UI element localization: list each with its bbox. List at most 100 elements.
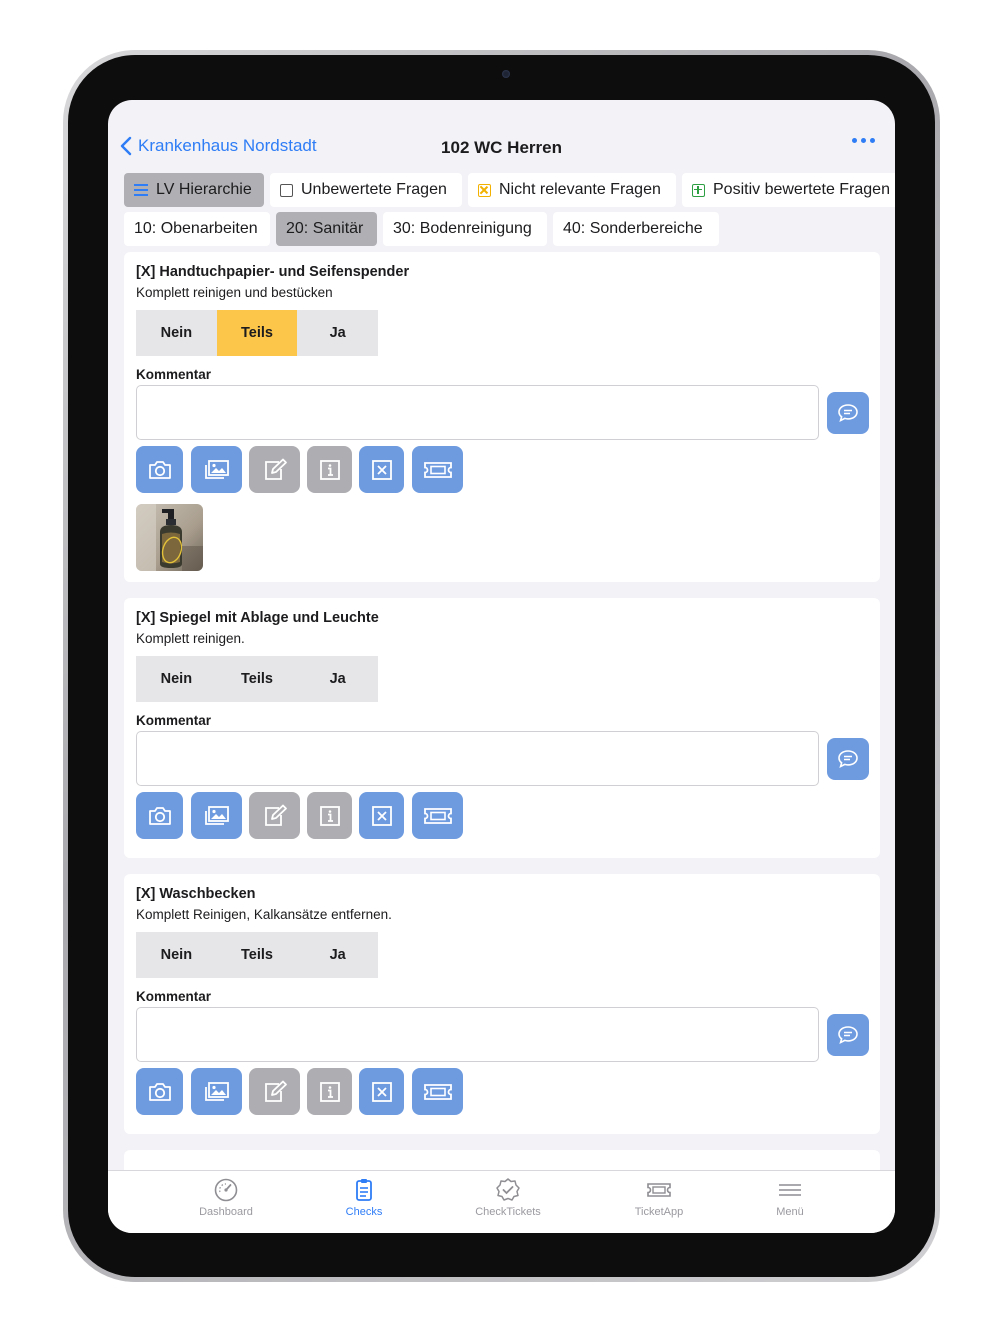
more-dot-icon	[861, 138, 866, 143]
edit-icon	[264, 1080, 287, 1102]
rating-control: Nein Teils Ja	[136, 310, 378, 356]
rating-ja-button[interactable]: Ja	[297, 310, 378, 356]
chat-bubble-icon	[838, 1026, 858, 1045]
item-title: [X] Waschbecken	[136, 886, 256, 902]
filter-nicht-relevante-fragen[interactable]: Nicht relevante Fragen	[468, 173, 676, 207]
not-relevant-icon	[371, 459, 392, 480]
comment-label: Kommentar	[136, 989, 212, 1004]
not-relevant-button[interactable]	[359, 1068, 404, 1115]
item-toolbar	[136, 1068, 463, 1115]
comment-input[interactable]	[136, 1007, 819, 1062]
camera-button[interactable]	[136, 1068, 183, 1115]
tab-dashboard[interactable]: Dashboard	[171, 1177, 281, 1218]
list-icon	[134, 184, 148, 196]
rating-ja-button[interactable]: Ja	[297, 932, 378, 978]
camera-button[interactable]	[136, 792, 183, 839]
comment-suggestions-button[interactable]	[827, 1014, 869, 1056]
item-title: [X] Spiegel mit Ablage und Leuchte	[136, 610, 379, 626]
edit-button[interactable]	[249, 446, 300, 493]
comment-input[interactable]	[136, 385, 819, 440]
filter-label: Unbewertete Fragen	[301, 181, 447, 198]
section-tab-obenarbeiten[interactable]: 10: Obenarbeiten	[124, 212, 270, 246]
more-options-button[interactable]	[852, 138, 875, 143]
item-description: Komplett reinigen und bestücken	[136, 285, 333, 300]
gallery-icon	[204, 459, 229, 479]
info-button[interactable]	[307, 1068, 352, 1115]
front-camera	[502, 70, 510, 78]
rating-nein-button[interactable]: Nein	[136, 656, 217, 702]
ticket-button[interactable]	[412, 792, 463, 839]
section-tab-sanitaer[interactable]: 20: Sanitär	[276, 212, 377, 246]
tab-checks[interactable]: Checks	[309, 1177, 419, 1218]
gallery-button[interactable]	[191, 446, 242, 493]
tab-menu[interactable]: Menü	[735, 1177, 845, 1218]
rating-control: Nein Teils Ja	[136, 656, 378, 702]
filter-label: LV Hierarchie	[156, 181, 252, 198]
tab-label: Menü	[776, 1206, 804, 1218]
badge-check-icon	[496, 1178, 520, 1201]
tab-label: TicketApp	[634, 1206, 684, 1218]
not-relevant-button[interactable]	[359, 446, 404, 493]
filter-label: Nicht relevante Fragen	[499, 181, 661, 198]
checkbox-empty-icon	[280, 183, 293, 197]
gallery-button[interactable]	[191, 1068, 242, 1115]
info-icon	[319, 805, 340, 826]
check-item-card: [X] Handtuchpapier- und Seifenspender Ko…	[124, 252, 880, 582]
info-icon	[319, 1081, 340, 1102]
gallery-icon	[204, 1081, 229, 1101]
rating-control: Nein Teils Ja	[136, 932, 378, 978]
tab-ticketapp[interactable]: TicketApp	[604, 1177, 714, 1218]
gallery-button[interactable]	[191, 792, 242, 839]
section-label: 10: Obenarbeiten	[134, 220, 258, 237]
tab-label: Dashboard	[199, 1206, 253, 1218]
comment-label: Kommentar	[136, 367, 212, 382]
chat-bubble-icon	[838, 750, 858, 769]
ticket-icon	[423, 461, 452, 478]
section-tab-bodenreinigung[interactable]: 30: Bodenreinigung	[383, 212, 547, 246]
camera-icon	[148, 460, 171, 479]
ticket-button[interactable]	[412, 1068, 463, 1115]
rating-teils-button[interactable]: Teils	[217, 932, 298, 978]
item-description: Komplett Reinigen, Kalkansätze entfernen…	[136, 907, 392, 922]
edit-button[interactable]	[249, 1068, 300, 1115]
filter-positiv-bewertete-fragen[interactable]: Positiv bewertete Fragen	[682, 173, 895, 207]
rating-teils-button[interactable]: Teils	[217, 656, 298, 702]
item-toolbar	[136, 792, 463, 839]
filter-label: Positiv bewertete Fragen	[713, 181, 890, 198]
section-label: 30: Bodenreinigung	[393, 220, 532, 237]
rating-nein-button[interactable]: Nein	[136, 932, 217, 978]
ticket-icon	[423, 1083, 452, 1100]
edit-icon	[264, 458, 287, 480]
check-item-card: [X] Waschbecken Komplett Reinigen, Kalka…	[124, 874, 880, 1134]
item-description: Komplett reinigen.	[136, 631, 245, 646]
comment-input[interactable]	[136, 731, 819, 786]
info-button[interactable]	[307, 446, 352, 493]
more-dot-icon	[870, 138, 875, 143]
rating-nein-button[interactable]: Nein	[136, 310, 217, 356]
rating-teils-button[interactable]: Teils	[216, 310, 298, 356]
gauge-icon	[214, 1178, 238, 1202]
attached-photo-thumbnail[interactable]	[136, 504, 203, 571]
not-relevant-button[interactable]	[359, 792, 404, 839]
menu-icon	[779, 1184, 801, 1196]
comment-suggestions-button[interactable]	[827, 392, 869, 434]
camera-button[interactable]	[136, 446, 183, 493]
tab-bar: Dashboard Checks CheckTickets TicketApp …	[108, 1170, 895, 1233]
camera-icon	[148, 806, 171, 825]
section-label: 20: Sanitär	[286, 220, 364, 237]
section-tab-sonderbereiche[interactable]: 40: Sonderbereiche	[553, 212, 719, 246]
section-label: 40: Sonderbereiche	[563, 220, 703, 237]
comment-suggestions-button[interactable]	[827, 738, 869, 780]
ticket-button[interactable]	[412, 446, 463, 493]
filter-unbewertete-fragen[interactable]: Unbewertete Fragen	[270, 173, 462, 207]
rating-ja-button[interactable]: Ja	[297, 656, 378, 702]
filter-row-sections: 10: Obenarbeiten 20: Sanitär 30: Bodenre…	[124, 212, 719, 246]
filter-lv-hierarchie[interactable]: LV Hierarchie	[124, 173, 264, 207]
check-item-card: [X] Spiegel mit Ablage und Leuchte Kompl…	[124, 598, 880, 858]
check-items-list[interactable]: [X] Handtuchpapier- und Seifenspender Ko…	[108, 252, 895, 1170]
info-button[interactable]	[307, 792, 352, 839]
edit-button[interactable]	[249, 792, 300, 839]
item-title: [X] Handtuchpapier- und Seifenspender	[136, 264, 410, 280]
tab-checktickets[interactable]: CheckTickets	[453, 1177, 563, 1218]
filter-row-views: LV Hierarchie Unbewertete Fragen Nicht r…	[124, 173, 895, 207]
